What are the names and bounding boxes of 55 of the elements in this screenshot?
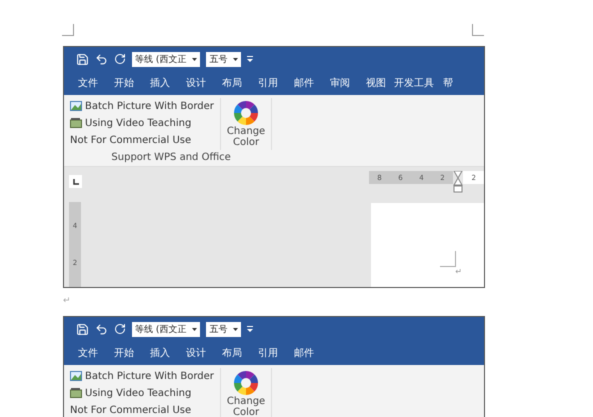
crop-mark: [62, 24, 74, 36]
ribbon-tab[interactable]: 邮件: [286, 76, 322, 90]
save-icon[interactable]: [76, 322, 89, 336]
redo-icon[interactable]: [114, 323, 126, 335]
ribbon-tab[interactable]: 设计: [178, 76, 214, 90]
ribbon-tab[interactable]: 布局: [214, 76, 250, 90]
ribbon-tab[interactable]: 审阅: [322, 76, 358, 90]
ribbon-tab[interactable]: 文件: [70, 76, 106, 90]
ribbon-tab[interactable]: 开始: [106, 76, 142, 90]
font-dropdown[interactable]: 等线 (西文正: [132, 322, 200, 336]
ribbon-command[interactable]: Not For Commercial Use: [70, 134, 192, 146]
indent-marker-icon[interactable]: [453, 171, 463, 193]
paragraph-mark: ↵: [455, 267, 462, 276]
ribbon-tab[interactable]: 引用: [250, 346, 286, 360]
font-size-dropdown[interactable]: 五号: [206, 52, 242, 66]
change-color-button[interactable]: Change Color: [220, 98, 272, 150]
customize-icon[interactable]: [247, 326, 254, 332]
color-wheel-icon: [233, 100, 260, 126]
ribbon-tab[interactable]: 引用: [250, 76, 286, 90]
customize-icon[interactable]: [247, 56, 254, 62]
crop-mark: [472, 24, 484, 36]
font-dropdown[interactable]: 等线 (西文正: [132, 52, 200, 66]
ribbon-tab[interactable]: 开始: [106, 346, 142, 360]
undo-icon[interactable]: [95, 52, 108, 66]
ribbon-command[interactable]: Using Video Teaching: [85, 118, 192, 128]
margin-corner-mark: [440, 251, 456, 267]
group-label: Support WPS and Office: [111, 151, 231, 165]
ribbon-tab[interactable]: 设计: [178, 346, 214, 360]
ribbon-command[interactable]: Batch Picture With Border: [85, 100, 214, 112]
ribbon-tab[interactable]: 插入: [142, 76, 178, 90]
film-icon: [70, 388, 82, 398]
undo-icon[interactable]: [95, 322, 108, 336]
caret-icon: [192, 58, 198, 60]
change-color-button[interactable]: Change Color: [220, 368, 272, 417]
picture-icon: [70, 371, 82, 381]
paragraph-mark: ↵: [63, 296, 72, 306]
ribbon-tab[interactable]: 文件: [70, 346, 106, 360]
save-icon[interactable]: [76, 52, 89, 66]
color-wheel-icon: [233, 370, 260, 396]
caret-icon: [233, 58, 238, 60]
ribbon-tab[interactable]: 视图: [358, 76, 394, 90]
font-size-dropdown[interactable]: 五号: [206, 322, 242, 336]
ribbon-tab[interactable]: 插入: [142, 346, 178, 360]
redo-icon[interactable]: [114, 53, 126, 65]
ribbon-command[interactable]: Not For Commercial Use: [70, 404, 192, 416]
ribbon-command[interactable]: Using Video Teaching: [85, 388, 192, 398]
caret-icon: [233, 328, 238, 330]
ribbon-tab[interactable]: 邮件: [286, 346, 322, 360]
tab-selector[interactable]: [69, 175, 82, 188]
ribbon-command[interactable]: Batch Picture With Border: [85, 370, 214, 382]
caret-icon: [192, 328, 198, 330]
ribbon-tab[interactable]: 布局: [214, 346, 250, 360]
picture-icon: [70, 101, 82, 111]
tab-stop-icon: [72, 178, 78, 184]
film-icon: [70, 118, 82, 128]
